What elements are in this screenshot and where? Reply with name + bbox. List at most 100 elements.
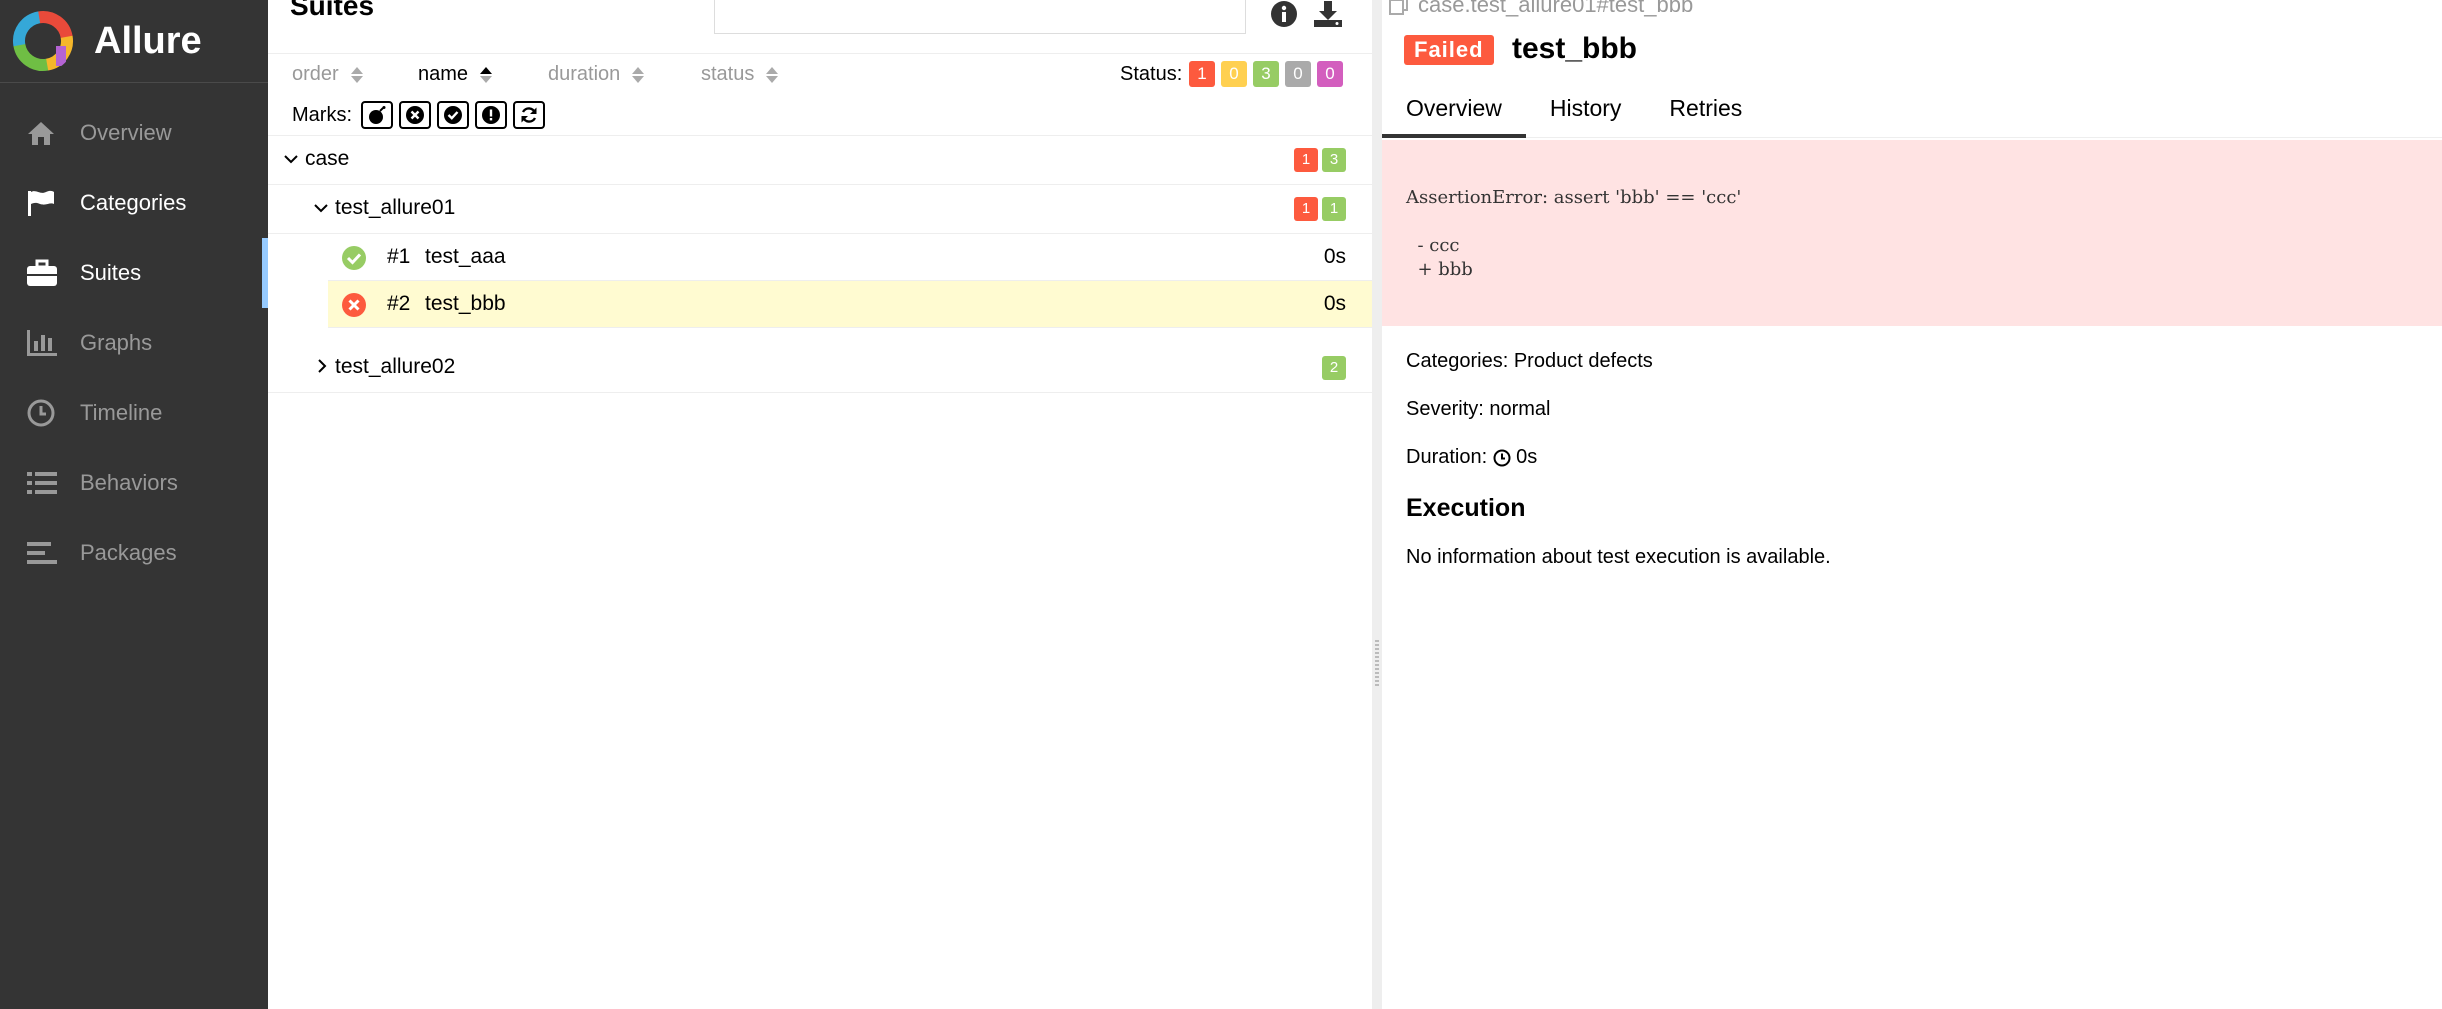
group-counters: 2	[1322, 356, 1346, 380]
copy-icon[interactable]	[1388, 0, 1410, 16]
chevron-right-icon	[318, 359, 327, 373]
sidebar-item-label: Overview	[80, 120, 172, 145]
sidebar-nav: Overview Categories Suites Graphs Timeli…	[0, 98, 268, 588]
status-broken-toggle[interactable]: 0	[1221, 61, 1247, 87]
group-counters: 1 3	[1294, 148, 1346, 172]
clock-icon	[1493, 449, 1511, 466]
group-label: case	[305, 147, 350, 170]
group-label: test_allure02	[335, 355, 456, 378]
clock-icon	[26, 398, 62, 428]
sidebar-item-categories[interactable]: Categories	[0, 168, 268, 238]
marks-label: Marks:	[292, 104, 352, 126]
sidebar-item-label: Suites	[80, 260, 142, 285]
flaky-bomb-icon[interactable]	[361, 101, 393, 129]
group-counters: 1 1	[1294, 197, 1346, 221]
severity-info: Severity: normal	[1406, 398, 1551, 420]
allure-report-app: Allure Overview Categories Suites Graphs…	[0, 0, 2442, 1009]
tree-group-test-allure01[interactable]: test_allure01 1 1	[268, 185, 1372, 234]
test-path-text: case.test_allure01#test_bbb	[1418, 0, 1694, 17]
download-icon[interactable]	[1312, 0, 1344, 30]
sort-label: duration	[548, 63, 621, 85]
detail-tabs: Overview History Retries	[1382, 82, 2442, 138]
marks-filter: Marks:	[268, 96, 1372, 136]
status-passed-toggle[interactable]: 3	[1253, 61, 1279, 87]
test-row-test-aaa[interactable]: #1 test_aaa 0s	[328, 234, 1372, 281]
flag-icon	[26, 188, 62, 218]
tab-retries[interactable]: Retries	[1645, 82, 1766, 138]
sidebar-item-label: Packages	[80, 540, 177, 565]
info-icon[interactable]	[1268, 0, 1300, 30]
sort-by-name[interactable]: name	[418, 63, 493, 86]
test-detail-pane: case.test_allure01#test_bbb Failed test_…	[1382, 0, 2442, 1009]
sidebar: Allure Overview Categories Suites Graphs…	[0, 0, 268, 1009]
search-input[interactable]	[714, 0, 1246, 34]
chevron-down-icon	[284, 155, 298, 164]
test-name: test_bbb	[425, 292, 506, 315]
sidebar-item-graphs[interactable]: Graphs	[0, 308, 268, 378]
tab-overview[interactable]: Overview	[1382, 82, 1526, 138]
failed-status-icon	[342, 293, 366, 317]
suites-tree-pane: Suites order name duration status Status…	[268, 0, 1372, 1009]
passed-count-badge: 1	[1322, 197, 1346, 221]
test-number: #1	[387, 245, 411, 268]
sidebar-item-overview[interactable]: Overview	[0, 98, 268, 168]
execution-info: No information about test execution is a…	[1406, 546, 1831, 568]
allure-logo-icon	[12, 10, 74, 72]
test-path: case.test_allure01#test_bbb	[1388, 0, 1693, 18]
test-title: test_bbb	[1512, 32, 1638, 65]
status-filter-counters: 1 0 3 0 0	[1189, 61, 1343, 87]
sidebar-item-timeline[interactable]: Timeline	[0, 378, 268, 448]
passed-count-badge: 2	[1322, 356, 1346, 380]
pane-title: Suites	[290, 0, 375, 21]
sidebar-item-label: Categories	[80, 190, 187, 215]
status-unknown-toggle[interactable]: 0	[1317, 61, 1343, 87]
sort-by-order[interactable]: order	[292, 63, 363, 86]
sidebar-item-label: Timeline	[80, 400, 163, 425]
sidebar-item-label: Graphs	[80, 330, 153, 355]
test-duration: 0s	[1323, 292, 1346, 315]
failed-count-badge: 1	[1294, 148, 1318, 172]
test-name: test_aaa	[425, 245, 506, 268]
sort-label: name	[418, 63, 469, 85]
tab-history[interactable]: History	[1526, 82, 1646, 138]
sort-by-duration[interactable]: duration	[548, 63, 645, 86]
tree-group-case[interactable]: case 1 3	[268, 136, 1372, 185]
new-failed-icon[interactable]	[399, 101, 431, 129]
sort-bar: order name duration status Status: 1 0 3…	[268, 53, 1372, 96]
status-badge: Failed	[1404, 35, 1494, 65]
status-failed-toggle[interactable]: 1	[1189, 61, 1215, 87]
sidebar-item-behaviors[interactable]: Behaviors	[0, 448, 268, 518]
duration-value: 0s	[1516, 446, 1538, 468]
sidebar-item-label: Behaviors	[80, 470, 178, 495]
sidebar-item-packages[interactable]: Packages	[0, 518, 268, 588]
sort-arrows-icon	[766, 66, 779, 84]
brand[interactable]: Allure	[0, 0, 268, 83]
new-passed-icon[interactable]	[437, 101, 469, 129]
sort-arrows-icon	[480, 66, 493, 84]
error-message: AssertionError: assert 'bbb' == 'ccc' - …	[1406, 187, 1742, 280]
pane-splitter[interactable]	[1372, 0, 1382, 1009]
passed-status-icon	[342, 246, 366, 270]
execution-heading: Execution	[1406, 494, 1526, 522]
group-label: test_allure01	[335, 196, 456, 219]
sort-arrows-icon	[350, 66, 363, 84]
status-skipped-toggle[interactable]: 0	[1285, 61, 1311, 87]
retries-refresh-icon[interactable]	[513, 101, 545, 129]
splitter-grip-icon[interactable]	[1375, 640, 1379, 686]
sort-by-status[interactable]: status	[701, 63, 779, 86]
categories-info: Categories: Product defects	[1406, 350, 1653, 372]
error-message-box: AssertionError: assert 'bbb' == 'ccc' - …	[1382, 140, 2442, 326]
align-left-icon	[26, 538, 62, 568]
sort-arrows-icon	[632, 66, 645, 84]
sort-label: status	[701, 63, 755, 85]
status-filter-label: Status:	[1120, 63, 1183, 85]
test-row-test-bbb[interactable]: #2 test_bbb 0s	[328, 281, 1372, 328]
test-number: #2	[387, 292, 411, 315]
sidebar-item-suites[interactable]: Suites	[0, 238, 268, 308]
test-duration: 0s	[1323, 245, 1346, 268]
bar-chart-icon	[26, 328, 62, 358]
new-broken-icon[interactable]	[475, 101, 507, 129]
tree-group-test-allure02[interactable]: test_allure02 2	[268, 341, 1372, 393]
failed-count-badge: 1	[1294, 197, 1318, 221]
duration-label: Duration:	[1406, 446, 1488, 468]
